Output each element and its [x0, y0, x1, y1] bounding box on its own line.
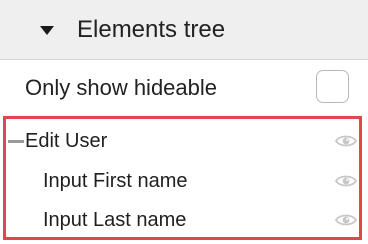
- tree-item-label: Edit User: [25, 130, 108, 152]
- eye-icon[interactable]: [335, 212, 357, 228]
- tree-item-input-last-name[interactable]: Input Last name: [6, 201, 359, 239]
- only-show-hideable-row: Only show hideable: [0, 61, 368, 113]
- elements-tree-panel: Elements tree Only show hideable Edit Us…: [0, 0, 368, 244]
- eye-icon[interactable]: [335, 133, 357, 149]
- tree-item-input-first-name[interactable]: Input First name: [6, 162, 359, 200]
- eye-icon[interactable]: [335, 173, 357, 189]
- tree-item-edit-user[interactable]: Edit User: [6, 122, 359, 160]
- elements-tree-highlighted-group: Edit User Input First name Input Last na…: [3, 116, 362, 240]
- minus-icon[interactable]: [8, 140, 24, 143]
- only-show-hideable-label: Only show hideable: [25, 75, 218, 100]
- panel-title: Elements tree: [77, 16, 226, 43]
- tree-item-label: Input Last name: [43, 209, 187, 231]
- elements-tree-header[interactable]: Elements tree: [0, 0, 368, 60]
- only-show-hideable-checkbox[interactable]: [316, 70, 349, 103]
- caret-down-icon[interactable]: [40, 26, 54, 35]
- tree-item-label: Input First name: [43, 170, 188, 192]
